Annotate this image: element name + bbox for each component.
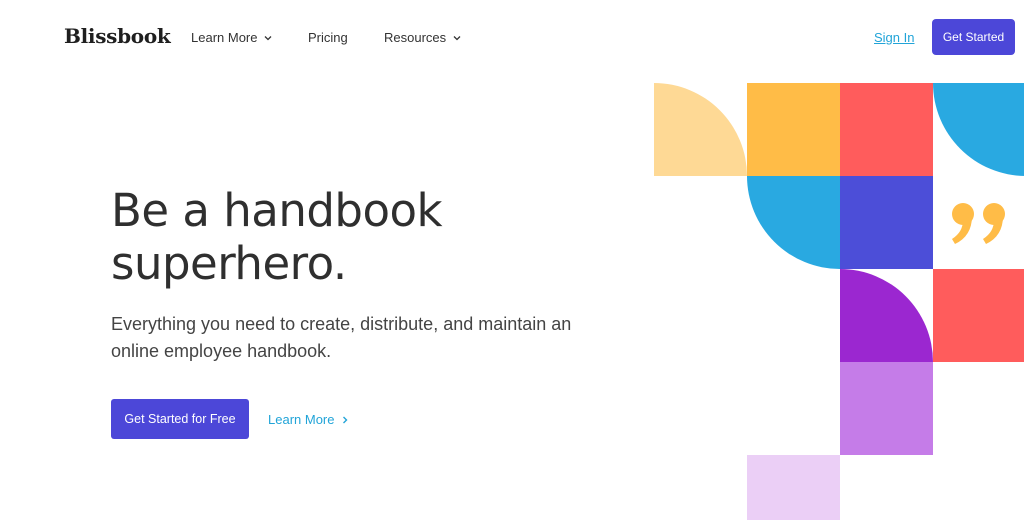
nav-learn-more-label: Learn More (191, 30, 258, 45)
square-orange (747, 83, 840, 176)
site-header: Blissbook Learn More Pricing Resources S… (0, 0, 1024, 76)
hero-illustration (654, 83, 1024, 520)
quarter-circle-blue-top (933, 83, 1024, 176)
hero-subtitle-line2: online employee handbook. (111, 341, 332, 361)
hero-subtitle-line1: Everything you need to create, distribut… (111, 314, 572, 334)
sign-in-link[interactable]: Sign In (874, 30, 914, 45)
learn-more-label: Learn More (268, 412, 335, 427)
hero-title-line2: superhero. (111, 237, 347, 290)
quarter-circle-peach (654, 83, 747, 176)
square-coral-right (933, 269, 1024, 362)
hero-title-line1: Be a handbook (111, 184, 443, 237)
nav-pricing-label: Pricing (308, 30, 348, 45)
quarter-circle-purple (840, 269, 933, 362)
learn-more-link[interactable]: Learn More (268, 412, 350, 427)
chevron-down-icon (453, 35, 461, 40)
logo[interactable]: Blissbook (64, 24, 171, 48)
quote-mark-icon (933, 176, 1024, 269)
nav-learn-more[interactable]: Learn More (191, 30, 273, 45)
square-coral (840, 83, 933, 176)
hero-title: Be a handbook superhero. (111, 184, 443, 290)
get-started-free-button[interactable]: Get Started for Free (111, 399, 249, 439)
square-lavender (840, 362, 933, 455)
square-pale-lavender (747, 455, 840, 520)
quarter-circle-blue (747, 176, 840, 269)
square-indigo (840, 176, 933, 269)
hero-subtitle: Everything you need to create, distribut… (111, 311, 631, 365)
chevron-down-icon (265, 35, 272, 40)
nav-resources-label: Resources (384, 30, 447, 45)
get-started-button[interactable]: Get Started (932, 19, 1015, 55)
chevron-right-icon (343, 416, 348, 423)
nav-pricing[interactable]: Pricing (308, 30, 348, 45)
nav-resources[interactable]: Resources (384, 30, 462, 45)
